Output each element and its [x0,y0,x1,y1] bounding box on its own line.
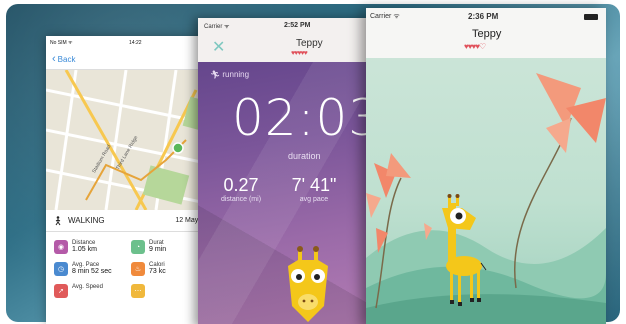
stat-value: 9 min [149,246,167,253]
hearts-rating: ♥♥♥♥♥ [291,50,308,57]
carrier-label: No SIM ᯤ [50,40,73,46]
metric-value: 7' 41" [291,175,337,195]
running-phone-screen: Carrier ᯤ 2:52 PM ✕ Teppy ♥♥♥♥♥ 🏃︎ runni… [198,18,370,324]
flame-icon: ♨ [131,262,145,276]
map-pin-icon: ◉ [54,240,68,254]
carrier-label: Carrier ᯤ [370,13,400,20]
metric-distance: 0.27 distance (mi) [198,175,284,203]
pet-name: Teppy [296,38,323,49]
stat-pace: ◷ Avg. Pace 8 min 52 sec [54,262,131,276]
elapsed-timer: 02:03 [232,89,370,147]
walking-icon [55,215,61,225]
speed-icon: ➚ [54,284,68,298]
close-icon[interactable]: ✕ [212,40,225,56]
stat-value: 8 min 52 sec [72,268,112,275]
petal-icon [366,193,381,218]
activity-mode: 🏃︎ running [210,70,370,79]
metric-pace: 7' 41" avg pace [284,175,344,203]
status-bar: No SIM ᯤ 14:22 [46,36,216,50]
nav-bar: Carrier ᯤ 2:36 PM Teppy ♥♥♥♥♡ [366,8,606,58]
metric-label: avg pace [299,196,329,203]
steps-icon: ⋯ [131,284,145,298]
giraffe-face-icon [288,246,328,322]
back-button[interactable]: ‹ Back [46,50,216,70]
stat-value: 73 kc [149,268,166,275]
stat-calories: ♨ Calori 73 kc [131,262,208,276]
clock-icon: ◔ [131,240,145,254]
clock-label: 14:22 [129,40,142,46]
hearts-rating: ♥♥♥♥♡ [464,42,486,51]
petal-icon [536,73,581,128]
battery-icon [584,14,598,20]
stat-label: Avg. Speed [72,284,103,290]
stat-steps: ⋯ [131,284,208,298]
activity-row: WALKING 12 May 20 [46,210,216,232]
nav-bar: Carrier ᯤ 2:52 PM ✕ Teppy ♥♥♥♥♥ [198,18,370,62]
teppy-phone-screen: Carrier ᯤ 2:36 PM Teppy ♥♥♥♥♡ [366,8,606,324]
run-metrics: 0.27 distance (mi) 7' 41" avg pace [198,175,370,203]
stat-value: 1.05 km [72,246,97,253]
metric-label: distance (mi) [220,196,262,203]
back-label: Back [57,55,76,64]
metric-value: 0.27 [223,175,259,195]
clock-label: 2:36 PM [468,12,499,21]
activity-type: WALKING [68,216,105,225]
running-icon: 🏃︎ [210,70,221,79]
clock-label: 2:52 PM [284,22,311,29]
petal-icon [386,153,411,178]
stats-grid: ◉ Distance 1.05 km ◔ Durat 9 min ◷ Avg. Pa… [46,232,216,298]
walking-phone-screen: No SIM ᯤ 14:22 ‹ Back Stadium Road Third… [46,36,216,324]
stat-duration: ◔ Durat 9 min [131,240,208,254]
chevron-left-icon: ‹ [52,53,56,65]
pace-icon: ◷ [54,262,68,276]
mode-label: running [222,70,250,79]
giraffe-scene[interactable] [366,58,606,324]
route-map[interactable]: Stadium Road Third Lane Ridge [46,70,216,210]
duration-label: duration [288,151,321,161]
stat-distance: ◉ Distance 1.05 km [54,240,131,254]
pet-name: Teppy [472,28,502,40]
carrier-label: Carrier ᯤ [204,24,230,30]
stat-speed: ➚ Avg. Speed [54,284,131,298]
